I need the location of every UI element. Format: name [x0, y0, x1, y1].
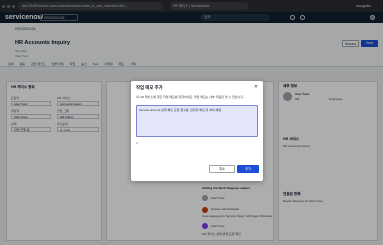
add-work-note-dialog: 작업 메모 추가 ✕ 이 HR 케이스에 대한 작업 메모를 입력하세요. 작업… — [131, 81, 263, 181]
dialog-description: 이 HR 케이스에 대한 작업 메모를 입력하세요. 작업 메모는 내부 직원만… — [136, 95, 244, 99]
dialog-title: 작업 메모 추가 — [136, 85, 163, 90]
cancel-button[interactable]: 취소 — [209, 165, 235, 173]
add-button[interactable]: 추가 — [237, 165, 259, 173]
close-icon[interactable]: ✕ — [253, 84, 259, 90]
character-count: 0 — [136, 141, 138, 145]
work-note-textarea[interactable]: Service account 상태 확인 요청 접수됨. 담당자 확인 후 처… — [136, 105, 258, 137]
